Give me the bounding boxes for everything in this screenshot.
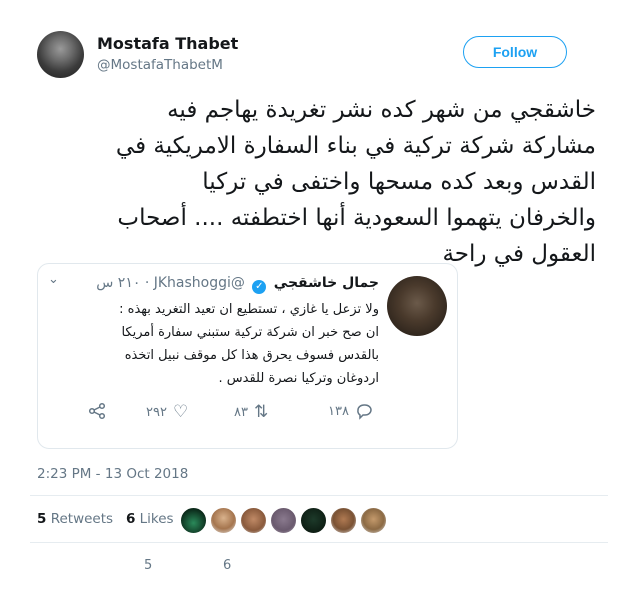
retweets-label: Retweets [50, 511, 114, 527]
likes-stat[interactable]: 6 Likes [126, 511, 174, 527]
tweet-text: خاشقجي من شهر كده نشر تغريدة يهاجم فيه م… [36, 92, 596, 272]
bottom-like-count[interactable]: 6 [223, 558, 231, 573]
quoted-line: ان صح خبر ان شركة تركية ستبني سفارة أمري… [121, 325, 379, 340]
reply-icon [357, 404, 372, 420]
share-icon [88, 402, 106, 420]
author-avatar[interactable] [37, 31, 84, 78]
divider [30, 495, 608, 496]
quoted-author-name[interactable]: جمال خاشقجي [274, 275, 379, 291]
separator-dot: · [144, 275, 150, 291]
author-name[interactable]: Mostafa Thabet [97, 34, 238, 53]
reply-count: ١٣٨ [328, 403, 349, 419]
tweet-line: مشاركة شركة تركية في بناء السفارة الامري… [115, 133, 596, 159]
bottom-retweet-count[interactable]: 5 [144, 558, 152, 573]
quoted-line: بالقدس فسوف يحرق هذا كل موقف نبيل اتخذه [124, 348, 379, 363]
like-count: ٢٩٢ [146, 404, 167, 420]
likes-count: 6 [125, 511, 136, 527]
quoted-tweet-text: ولا تزعل يا غازي ، تستطيع ان تعيد التغري… [79, 298, 379, 390]
retweet-action[interactable]: ⇅ ٨٣ [234, 402, 268, 422]
follow-button[interactable]: Follow [463, 36, 567, 68]
quoted-tweet-time[interactable]: ٢١٠ س [96, 275, 140, 291]
quoted-author-handle[interactable]: @JKhashoggi [154, 275, 245, 291]
likes-label: Likes [139, 511, 174, 527]
retweet-count: ٨٣ [234, 404, 248, 420]
like-action[interactable]: ♡ ٢٩٢ [146, 402, 188, 422]
chevron-down-icon[interactable]: ⌄ [48, 272, 59, 287]
verified-badge-icon: ✓ [252, 280, 267, 294]
quoted-author-avatar[interactable] [387, 276, 447, 336]
quoted-line: ولا تزعل يا غازي ، تستطيع ان تعيد التغري… [119, 302, 379, 317]
quoted-tweet-header: جمال خاشقجي ✓ @JKhashoggi · ٢١٠ س [96, 275, 379, 294]
share-action[interactable] [88, 402, 106, 420]
liker-avatar[interactable] [180, 507, 207, 534]
quoted-tweet-card[interactable]: ⌄ جمال خاشقجي ✓ @JKhashoggi · ٢١٠ س ولا … [37, 263, 458, 449]
liker-avatars [180, 507, 387, 534]
retweets-count: 5 [37, 511, 47, 527]
tweet-line: القدس وبعد كده مسحها واختفى في تركيا [202, 169, 596, 195]
liker-avatar[interactable] [210, 507, 237, 534]
quoted-line: اردوغان وتركيا نصرة للقدس . [218, 371, 379, 386]
liker-avatar[interactable] [270, 507, 297, 534]
liker-avatar[interactable] [330, 507, 357, 534]
tweet-date[interactable]: 2:23 PM - 13 Oct 2018 [37, 466, 188, 482]
tweet-line: والخرفان يتهموا السعودية أنها اختطفته ..… [117, 205, 596, 231]
liker-avatar[interactable] [300, 507, 327, 534]
author-handle[interactable]: @MostafaThabetM [97, 57, 223, 73]
liker-avatar[interactable] [360, 507, 387, 534]
liker-avatar[interactable] [240, 507, 267, 534]
divider [30, 542, 608, 543]
retweets-stat[interactable]: 5 Retweets [37, 511, 113, 527]
reply-action[interactable]: ١٣٨ [328, 402, 373, 420]
tweet-line: خاشقجي من شهر كده نشر تغريدة يهاجم فيه [167, 97, 596, 123]
tweet-stats: 5 Retweets 6 Likes [37, 511, 174, 527]
heart-icon: ♡ [172, 402, 189, 422]
quoted-actions: ♡ ٢٩٢ ⇅ ٨٣ ١٣٨ [38, 402, 457, 426]
retweet-icon: ⇅ [253, 402, 269, 422]
